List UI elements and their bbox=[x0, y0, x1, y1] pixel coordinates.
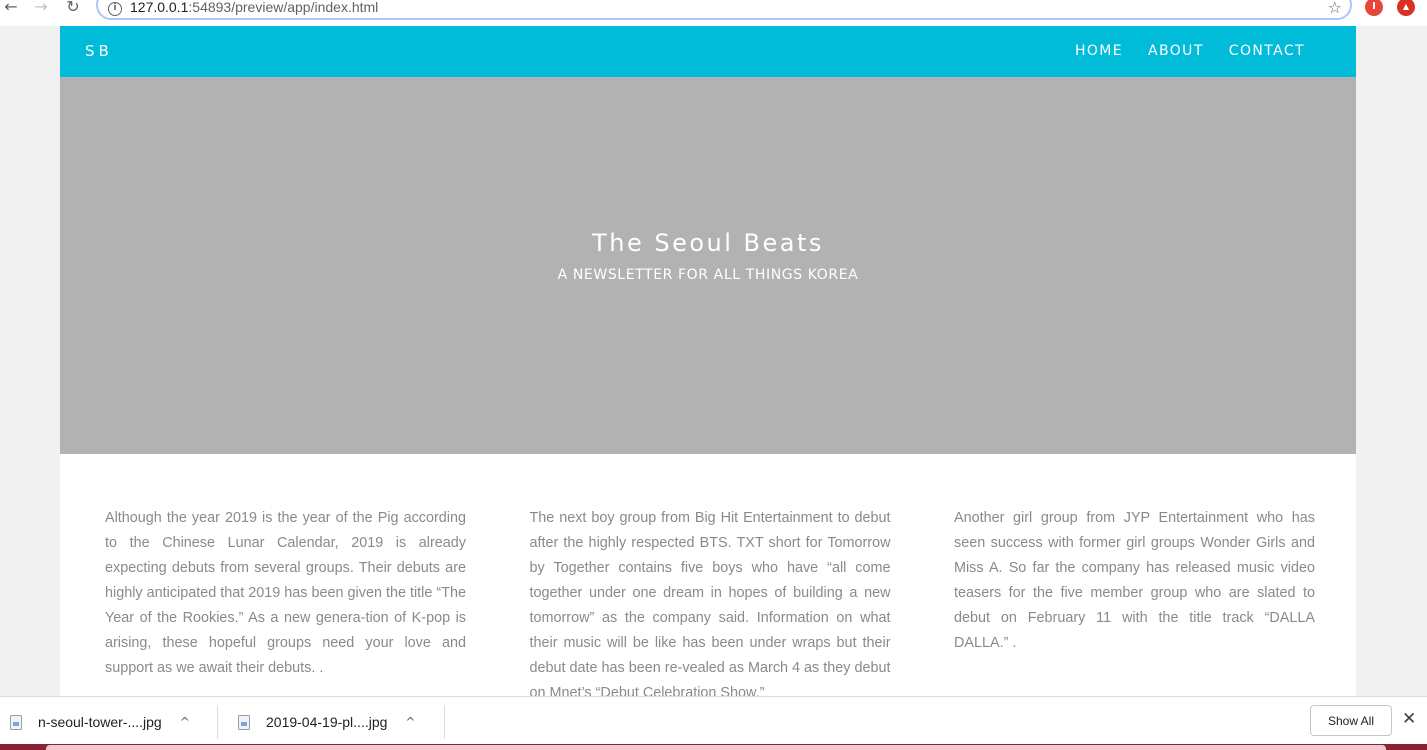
hero-subtitle: A NEWSLETTER FOR ALL THINGS KOREA bbox=[557, 267, 859, 283]
divider bbox=[217, 705, 218, 739]
hero-banner: The Seoul Beats A NEWSLETTER FOR ALL THI… bbox=[60, 77, 1356, 454]
url-text: 127.0.0.1:54893/preview/app/index.html bbox=[130, 0, 378, 15]
bookmark-star-icon[interactable]: ☆ bbox=[1328, 0, 1342, 17]
back-icon[interactable]: ← bbox=[2, 0, 20, 16]
info-icon[interactable]: i bbox=[108, 2, 122, 16]
download-filename: n-seoul-tower-....jpg bbox=[38, 714, 162, 730]
article-column-jyp: Another girl group from JYP Entertainmen… bbox=[954, 510, 1315, 651]
nav-home-link[interactable]: HOME bbox=[1075, 43, 1123, 59]
article-column-txt: The next boy group from Big Hit Entertai… bbox=[529, 510, 891, 696]
extension-icon[interactable]: I bbox=[1365, 0, 1383, 16]
image-file-icon bbox=[238, 714, 250, 730]
download-shelf: n-seoul-tower-....jpg ^ 2019-04-19-pl...… bbox=[0, 696, 1427, 750]
show-all-button[interactable]: Show All bbox=[1310, 705, 1392, 736]
nav-about-link[interactable]: ABOUT bbox=[1148, 43, 1204, 59]
extension-upload-icon[interactable]: ▲ bbox=[1397, 0, 1415, 16]
browser-toolbar: ← → ↻ i 127.0.0.1:54893/preview/app/inde… bbox=[0, 0, 1427, 26]
download-item[interactable]: n-seoul-tower-....jpg ^ bbox=[10, 697, 190, 747]
url-path: :54893/preview/app/index.html bbox=[188, 0, 379, 15]
close-icon[interactable]: ✕ bbox=[1402, 709, 1416, 729]
download-item[interactable]: 2019-04-19-pl....jpg ^ bbox=[238, 697, 415, 747]
bottom-strip-inner bbox=[46, 745, 1386, 750]
address-bar[interactable]: i 127.0.0.1:54893/preview/app/index.html… bbox=[96, 0, 1352, 20]
brand-logo[interactable]: SB bbox=[85, 42, 113, 60]
article-columns: Although the year 2019 is the year of th… bbox=[105, 506, 1315, 696]
forward-icon[interactable]: → bbox=[32, 0, 50, 16]
reload-icon[interactable]: ↻ bbox=[64, 0, 82, 16]
bottom-strip bbox=[0, 744, 1427, 750]
chevron-up-icon[interactable]: ^ bbox=[180, 715, 190, 729]
image-file-icon bbox=[10, 714, 22, 730]
divider bbox=[444, 705, 445, 739]
page-content: SB HOME ABOUT CONTACT The Seoul Beats A … bbox=[60, 26, 1356, 696]
article-column-rookies: Although the year 2019 is the year of th… bbox=[105, 510, 466, 676]
url-host: 127.0.0.1 bbox=[130, 0, 189, 15]
hero-title: The Seoul Beats bbox=[592, 229, 824, 257]
nav-contact-link[interactable]: CONTACT bbox=[1229, 43, 1305, 59]
site-navbar: SB HOME ABOUT CONTACT bbox=[60, 26, 1356, 77]
nav-links: HOME ABOUT CONTACT bbox=[1075, 43, 1305, 59]
chevron-up-icon[interactable]: ^ bbox=[405, 715, 415, 729]
download-filename: 2019-04-19-pl....jpg bbox=[266, 714, 388, 730]
